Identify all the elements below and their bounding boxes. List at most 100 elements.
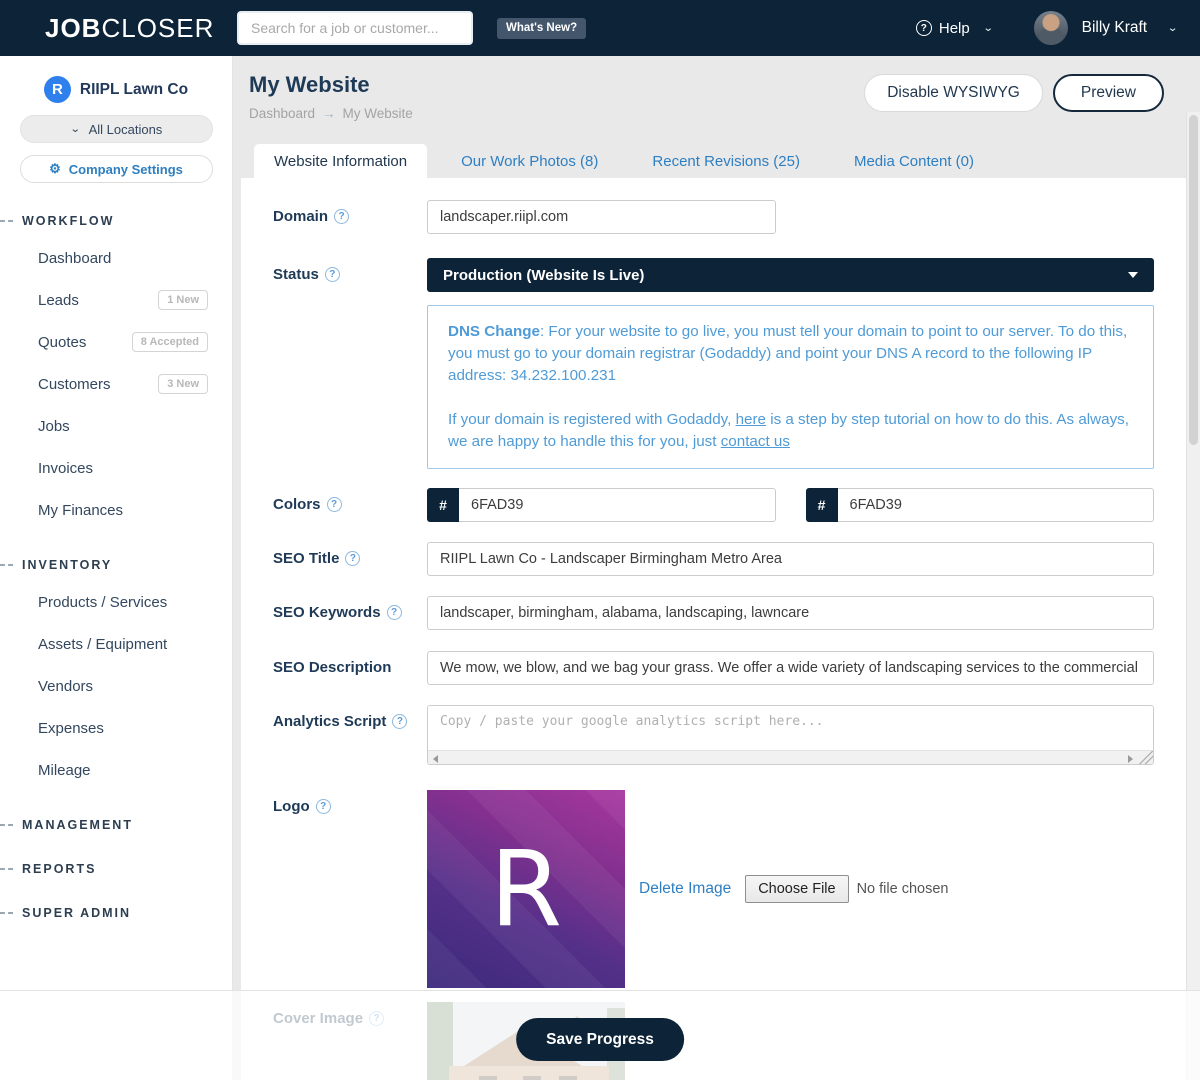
user-chevron-down-icon[interactable]: ⌄ (1167, 22, 1178, 35)
search-input[interactable] (237, 11, 473, 45)
tab-website-information[interactable]: Website Information (254, 144, 427, 178)
breadcrumb-current: My Website (343, 106, 413, 121)
sidebar-item-vendors[interactable]: Vendors (0, 665, 232, 707)
seo-keywords-input[interactable] (427, 596, 1154, 630)
save-progress-button[interactable]: Save Progress (516, 1018, 684, 1061)
seo-description-label: SEO Description (273, 659, 391, 676)
tab-recent-revisions[interactable]: Recent Revisions (25) (632, 144, 820, 178)
sidebar-item-mileage[interactable]: Mileage (0, 749, 232, 791)
sidebar-item-products-services[interactable]: Products / Services (0, 581, 232, 623)
status-label: Status (273, 266, 319, 283)
seo-keywords-label: SEO Keywords (273, 604, 381, 621)
sidebar-section-super-admin[interactable]: SUPER ADMIN (0, 903, 232, 923)
secondary-color-input[interactable] (838, 488, 1155, 522)
seo-description-label-col: SEO Description (273, 651, 427, 685)
sidebar-item-label: Vendors (38, 678, 93, 695)
color-group-secondary: # (806, 488, 1155, 522)
domain-help-icon[interactable]: ? (334, 209, 349, 224)
dns-contact-us-link[interactable]: contact us (721, 433, 790, 450)
sidebar-item-expenses[interactable]: Expenses (0, 707, 232, 749)
sidebar-item-customers[interactable]: Customers 3 New (0, 363, 232, 405)
dns-here-link[interactable]: here (736, 411, 766, 428)
scroll-right-arrow-icon[interactable] (1128, 755, 1133, 763)
colors-label-col: Colors ? (273, 488, 427, 522)
logo-label-col: Logo ? (273, 790, 427, 988)
sidebar-item-jobs[interactable]: Jobs (0, 405, 232, 447)
help-menu[interactable]: ? Help ⌄ (916, 20, 994, 37)
page-scrollbar-thumb[interactable] (1189, 115, 1198, 445)
tab-our-work-photos[interactable]: Our Work Photos (8) (441, 144, 618, 178)
colors-label: Colors (273, 496, 321, 513)
sidebar-section-management[interactable]: MANAGEMENT (0, 815, 232, 835)
breadcrumb-dashboard[interactable]: Dashboard (249, 106, 315, 121)
logo-help-icon[interactable]: ? (316, 799, 331, 814)
sidebar-item-assets-equipment[interactable]: Assets / Equipment (0, 623, 232, 665)
status-select[interactable]: Production (Website Is Live) (427, 258, 1154, 292)
status-label-col: Status ? (273, 258, 427, 292)
user-avatar[interactable] (1034, 11, 1068, 45)
sidebar-item-my-finances[interactable]: My Finances (0, 489, 232, 531)
website-information-panel: Domain ? Status ? Production (Website Is… (241, 178, 1186, 1080)
seo-title-label-col: SEO Title ? (273, 542, 427, 576)
company-settings-button[interactable]: ⚙ Company Settings (20, 155, 213, 183)
sidebar-item-label: Jobs (38, 418, 70, 435)
all-locations-dropdown[interactable]: ⌄ All Locations (20, 115, 213, 143)
sidebar-item-leads[interactable]: Leads 1 New (0, 279, 232, 321)
preview-button[interactable]: Preview (1053, 74, 1164, 112)
colors-help-icon[interactable]: ? (327, 497, 342, 512)
logo-label: Logo (273, 798, 310, 815)
sidebar-section-inventory[interactable]: INVENTORY (0, 555, 232, 575)
gear-icon: ⚙ (49, 161, 61, 177)
sidebar-item-label: My Finances (38, 502, 123, 519)
logo-delete-image-link[interactable]: Delete Image (639, 880, 731, 898)
disable-wysiwyg-button[interactable]: Disable WYSIWYG (864, 74, 1043, 112)
analytics-script-textarea[interactable] (428, 706, 1153, 750)
seo-title-input[interactable] (427, 542, 1154, 576)
logo-controls: Delete Image Choose File No file chosen (625, 875, 948, 903)
sidebar-section-reports[interactable]: REPORTS (0, 859, 232, 879)
page-title: My Website (249, 72, 370, 98)
tab-bar: Website Information Our Work Photos (8) … (254, 144, 994, 178)
seo-description-input[interactable] (427, 651, 1154, 685)
sidebar-item-quotes[interactable]: Quotes8 Accepted (0, 321, 232, 363)
domain-input[interactable] (427, 200, 776, 234)
logo-choose-file-button[interactable]: Choose File (745, 875, 848, 903)
sidebar-item-dashboard[interactable]: Dashboard (0, 237, 232, 279)
tab-media-content[interactable]: Media Content (0) (834, 144, 994, 178)
logo-image: R (427, 790, 625, 988)
company-row: R RIIPL Lawn Co (0, 76, 232, 103)
customers-badge: 3 New (158, 374, 208, 394)
help-label: Help (939, 20, 970, 37)
sidebar-nav: WORKFLOW Dashboard Leads 1 New Quotes8 Ac… (0, 211, 232, 923)
sidebar-item-invoices[interactable]: Invoices (0, 447, 232, 489)
logo-row: Logo ? R Delete Image Choose File No fil… (273, 790, 1154, 988)
page-scrollbar[interactable] (1186, 112, 1200, 1080)
sidebar-section-workflow[interactable]: WORKFLOW (0, 211, 232, 231)
primary-color-input[interactable] (459, 488, 776, 522)
save-footer-overlay: Save Progress (0, 990, 1200, 1080)
top-actions: Disable WYSIWYG Preview (864, 74, 1164, 112)
seo-title-help-icon[interactable]: ? (345, 551, 360, 566)
analytics-row: Analytics Script ? (273, 705, 1154, 765)
whats-new-button[interactable]: What's New? (497, 18, 586, 39)
domain-label-col: Domain ? (273, 200, 427, 234)
scroll-left-arrow-icon[interactable] (433, 755, 438, 763)
resize-grip-icon[interactable] (1139, 751, 1153, 765)
status-help-icon[interactable]: ? (325, 267, 340, 282)
leads-badge: 1 New (158, 290, 208, 310)
analytics-help-icon[interactable]: ? (392, 714, 407, 729)
app-logo: JOBCLOSER (45, 13, 214, 44)
seo-title-label: SEO Title (273, 550, 339, 567)
header-right: ? Help ⌄ Billy Kraft ⌄ (916, 0, 1178, 56)
sidebar-item-label: Customers (38, 376, 111, 393)
dns-note-row: DNS Change: For your website to go live,… (273, 305, 1154, 469)
analytics-horizontal-scrollbar[interactable] (428, 750, 1153, 764)
logo-no-file-text: No file chosen (857, 881, 949, 897)
website-form: Domain ? Status ? Production (Website Is… (241, 178, 1186, 1080)
all-locations-label: All Locations (89, 122, 163, 137)
sidebar-item-label: Leads (38, 292, 79, 309)
company-settings-label: Company Settings (69, 162, 183, 177)
domain-row: Domain ? (273, 200, 1154, 234)
main-content: My Website Dashboard→My Website Disable … (233, 56, 1200, 1080)
seo-keywords-help-icon[interactable]: ? (387, 605, 402, 620)
